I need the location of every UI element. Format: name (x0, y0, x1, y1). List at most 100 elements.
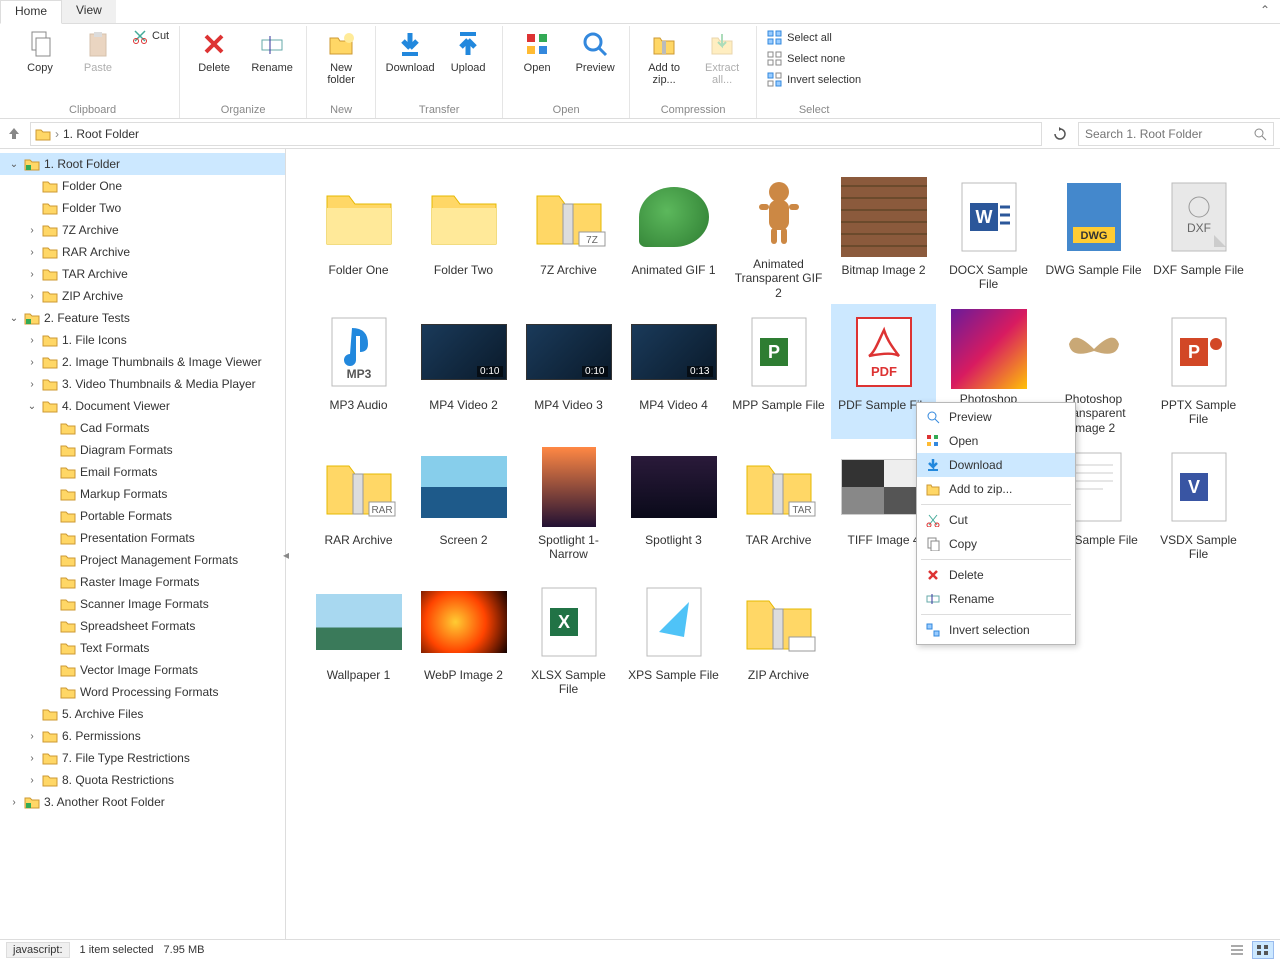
sidebar-item[interactable]: ›ZIP Archive (0, 285, 285, 307)
context-menu-item[interactable]: Copy (917, 532, 1075, 556)
sidebar-item[interactable]: ›7. File Type Restrictions (0, 747, 285, 769)
select-none-button[interactable]: Select none (763, 49, 865, 69)
sidebar-item[interactable]: ⌄1. Root Folder (0, 153, 285, 175)
file-item[interactable]: TARTAR Archive (726, 439, 831, 574)
expand-icon[interactable]: › (26, 335, 38, 346)
file-item[interactable]: Animated GIF 1 (621, 169, 726, 304)
expand-icon[interactable]: › (26, 775, 38, 786)
open-button[interactable]: Open (509, 26, 565, 76)
upload-button[interactable]: Upload (440, 26, 496, 76)
expand-icon[interactable]: › (26, 357, 38, 368)
ribbon-collapse-icon[interactable]: ⌃ (1250, 0, 1280, 23)
expand-icon[interactable]: › (26, 247, 38, 258)
file-item[interactable]: Wallpaper 1 (306, 574, 411, 709)
sidebar-item[interactable]: ›3. Another Root Folder (0, 791, 285, 813)
file-item[interactable]: WDOCX Sample File (936, 169, 1041, 304)
sidebar-item[interactable]: ›6. Permissions (0, 725, 285, 747)
file-item[interactable]: DWGDWG Sample File (1041, 169, 1146, 304)
file-item[interactable]: 0:10MP4 Video 3 (516, 304, 621, 439)
sidebar-item[interactable]: Portable Formats (0, 505, 285, 527)
sidebar-item[interactable]: 5. Archive Files (0, 703, 285, 725)
sidebar-item[interactable]: Word Processing Formats (0, 681, 285, 703)
sidebar-item[interactable]: Email Formats (0, 461, 285, 483)
file-item[interactable]: 0:13MP4 Video 4 (621, 304, 726, 439)
sidebar-item[interactable]: Spreadsheet Formats (0, 615, 285, 637)
cut-button[interactable]: Cut (128, 26, 173, 46)
sidebar-item[interactable]: ⌄2. Feature Tests (0, 307, 285, 329)
context-menu-item[interactable]: Cut (917, 508, 1075, 532)
expand-icon[interactable]: › (26, 379, 38, 390)
sidebar-item[interactable]: ›TAR Archive (0, 263, 285, 285)
sidebar-item[interactable]: Text Formats (0, 637, 285, 659)
download-button[interactable]: Download (382, 26, 438, 76)
delete-button[interactable]: Delete (186, 26, 242, 76)
sidebar-item[interactable]: Folder One (0, 175, 285, 197)
expand-icon[interactable]: ⌄ (26, 401, 38, 412)
sidebar-item[interactable]: ›2. Image Thumbnails & Image Viewer (0, 351, 285, 373)
sidebar-item[interactable]: Vector Image Formats (0, 659, 285, 681)
file-item[interactable]: VVSDX Sample File (1146, 439, 1251, 574)
file-item[interactable]: PMPP Sample File (726, 304, 831, 439)
expand-icon[interactable]: ⌄ (8, 159, 20, 170)
breadcrumb[interactable]: › 1. Root Folder (30, 122, 1042, 146)
sidebar-item[interactable]: Scanner Image Formats (0, 593, 285, 615)
expand-icon[interactable]: ⌄ (8, 313, 20, 324)
rename-button[interactable]: Rename (244, 26, 300, 76)
file-item[interactable]: RARRAR Archive (306, 439, 411, 574)
sidebar-item[interactable]: Markup Formats (0, 483, 285, 505)
expand-icon[interactable]: › (26, 753, 38, 764)
file-item[interactable]: 0:10MP4 Video 2 (411, 304, 516, 439)
sidebar-item[interactable]: ›1. File Icons (0, 329, 285, 351)
sidebar-item[interactable]: Project Management Formats (0, 549, 285, 571)
file-item[interactable]: PPPTX Sample File (1146, 304, 1251, 439)
context-menu-item[interactable]: Preview (917, 405, 1075, 429)
file-item[interactable]: Spotlight 1-Narrow (516, 439, 621, 574)
file-item[interactable]: XXLSX Sample File (516, 574, 621, 709)
sidebar-item[interactable]: Folder Two (0, 197, 285, 219)
file-item[interactable]: ZIP Archive (726, 574, 831, 709)
file-item[interactable]: WebP Image 2 (411, 574, 516, 709)
expand-icon[interactable]: › (26, 269, 38, 280)
select-all-button[interactable]: Select all (763, 28, 865, 48)
up-button[interactable] (6, 125, 24, 143)
sidebar-item[interactable]: ›3. Video Thumbnails & Media Player (0, 373, 285, 395)
new-folder-button[interactable]: New folder (313, 26, 369, 88)
sidebar-item[interactable]: Cad Formats (0, 417, 285, 439)
search-input[interactable] (1085, 127, 1253, 141)
file-item[interactable]: MP3MP3 Audio (306, 304, 411, 439)
breadcrumb-segment[interactable]: 1. Root Folder (63, 127, 139, 141)
add-to-zip-button[interactable]: Add to zip... (636, 26, 692, 88)
copy-button[interactable]: Copy (12, 26, 68, 76)
context-menu-item[interactable]: Rename (917, 587, 1075, 611)
context-menu-item[interactable]: Open (917, 429, 1075, 453)
sidebar-item[interactable]: ›7Z Archive (0, 219, 285, 241)
sidebar-item[interactable]: ›8. Quota Restrictions (0, 769, 285, 791)
sidebar-item[interactable]: ⌄4. Document Viewer (0, 395, 285, 417)
tab-view[interactable]: View (62, 0, 116, 23)
sidebar-item[interactable]: Diagram Formats (0, 439, 285, 461)
expand-icon[interactable]: › (26, 731, 38, 742)
file-item[interactable]: XPS Sample File (621, 574, 726, 709)
expand-icon[interactable]: › (8, 797, 20, 808)
invert-selection-button[interactable]: Invert selection (763, 70, 865, 90)
file-item[interactable]: Bitmap Image 2 (831, 169, 936, 304)
refresh-button[interactable] (1048, 122, 1072, 146)
file-item[interactable]: DXFDXF Sample File (1146, 169, 1251, 304)
extract-all-button[interactable]: Extract all... (694, 26, 750, 88)
sidebar-item[interactable]: Raster Image Formats (0, 571, 285, 593)
file-item[interactable]: Folder One (306, 169, 411, 304)
preview-button[interactable]: Preview (567, 26, 623, 76)
sidebar-item[interactable]: Presentation Formats (0, 527, 285, 549)
context-menu-item[interactable]: Download (917, 453, 1075, 477)
view-icons-button[interactable] (1252, 941, 1274, 959)
context-menu-item[interactable]: Invert selection (917, 618, 1075, 642)
expand-icon[interactable]: › (26, 225, 38, 236)
file-item[interactable]: Folder Two (411, 169, 516, 304)
context-menu-item[interactable]: Add to zip... (917, 477, 1075, 501)
sidebar-item[interactable]: ›RAR Archive (0, 241, 285, 263)
file-item[interactable]: Spotlight 3 (621, 439, 726, 574)
view-details-button[interactable] (1226, 941, 1248, 959)
file-item[interactable]: 7Z7Z Archive (516, 169, 621, 304)
file-item[interactable]: Animated Transparent GIF 2 (726, 169, 831, 304)
tab-home[interactable]: Home (0, 0, 62, 24)
